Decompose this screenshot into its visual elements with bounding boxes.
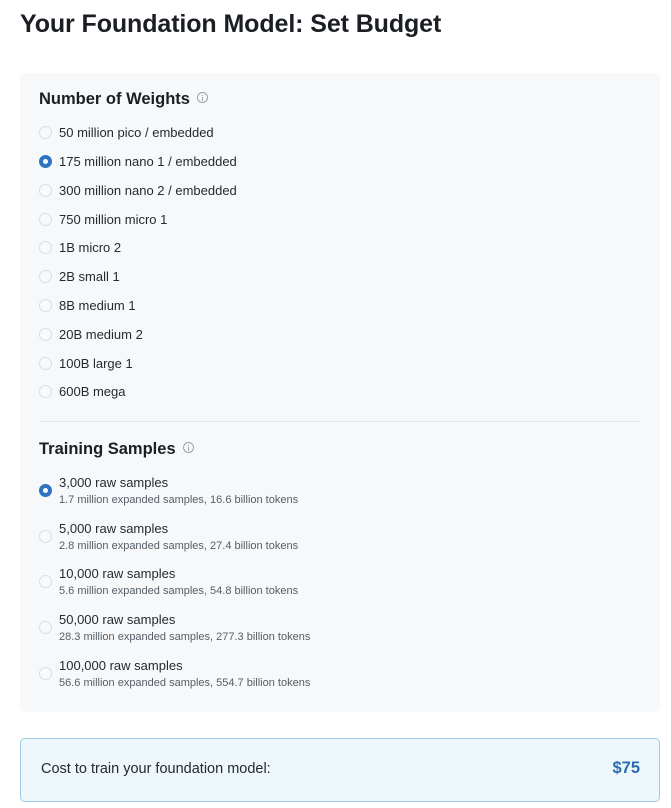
weights-title-label: Number of Weights	[39, 90, 190, 108]
samples-option-detail: 28.3 million expanded samples, 277.3 bil…	[59, 631, 311, 643]
weights-option-8b[interactable]: 8B medium 1	[39, 298, 136, 313]
radio-button-selected[interactable]	[39, 155, 52, 168]
page-title: Your Foundation Model: Set Budget	[20, 10, 442, 38]
radio-button[interactable]	[39, 328, 52, 341]
samples-option-detail: 56.6 million expanded samples, 554.7 bil…	[59, 677, 311, 689]
weights-option-100b[interactable]: 100B large 1	[39, 356, 133, 371]
radio-button[interactable]	[39, 357, 52, 370]
radio-button[interactable]	[39, 184, 52, 197]
samples-option-label: 5,000 raw samples	[59, 521, 169, 536]
samples-option-detail: 1.7 million expanded samples, 16.6 billi…	[59, 494, 299, 506]
weights-option-175m[interactable]: 175 million nano 1 / embedded	[39, 154, 237, 169]
weights-option-label: 50 million pico / embedded	[59, 125, 214, 140]
radio-button[interactable]	[39, 385, 52, 398]
samples-option-label: 50,000 raw samples	[59, 612, 176, 627]
radio-button[interactable]	[39, 621, 52, 634]
radio-button[interactable]	[39, 241, 52, 254]
weights-option-50m[interactable]: 50 million pico / embedded	[39, 125, 214, 140]
samples-title-label: Training Samples	[39, 440, 176, 458]
samples-option-detail: 5.6 million expanded samples, 54.8 billi…	[59, 585, 299, 597]
radio-button[interactable]	[39, 126, 52, 139]
radio-button[interactable]	[39, 667, 52, 680]
budget-panel: Number of Weights 50 million pico / embe…	[20, 73, 660, 712]
weights-option-1b[interactable]: 1B micro 2	[39, 240, 121, 255]
weights-option-label: 750 million micro 1	[59, 212, 168, 227]
weights-option-label: 300 million nano 2 / embedded	[59, 183, 237, 198]
weights-option-20b[interactable]: 20B medium 2	[39, 327, 143, 342]
samples-option-detail: 2.8 million expanded samples, 27.4 billi…	[59, 540, 299, 552]
weights-option-label: 8B medium 1	[59, 298, 136, 313]
info-icon[interactable]	[182, 442, 194, 453]
info-icon[interactable]	[196, 92, 208, 103]
section-divider	[39, 421, 641, 422]
weights-section-title: Number of Weights	[39, 90, 208, 109]
weights-option-label: 175 million nano 1 / embedded	[59, 154, 237, 169]
radio-button[interactable]	[39, 213, 52, 226]
weights-option-750m[interactable]: 750 million micro 1	[39, 212, 167, 227]
radio-button[interactable]	[39, 530, 52, 543]
weights-option-label: 2B small 1	[59, 269, 120, 284]
radio-button[interactable]	[39, 575, 52, 588]
weights-option-label: 1B micro 2	[59, 240, 122, 255]
cost-value: $75	[612, 759, 640, 777]
samples-option-label: 100,000 raw samples	[59, 658, 183, 673]
samples-option-label: 3,000 raw samples	[59, 475, 169, 490]
radio-button[interactable]	[39, 270, 52, 283]
weights-option-300m[interactable]: 300 million nano 2 / embedded	[39, 183, 237, 198]
samples-option-label: 10,000 raw samples	[59, 566, 176, 581]
weights-option-label: 600B mega	[59, 384, 126, 399]
weights-option-label: 20B medium 2	[59, 327, 143, 342]
cost-label: Cost to train your foundation model:	[41, 761, 271, 777]
weights-option-600b[interactable]: 600B mega	[39, 384, 126, 399]
radio-button-selected[interactable]	[39, 484, 52, 497]
samples-section-title: Training Samples	[39, 440, 194, 459]
radio-button[interactable]	[39, 299, 52, 312]
weights-option-2b[interactable]: 2B small 1	[39, 269, 120, 284]
weights-option-label: 100B large 1	[59, 356, 133, 371]
cost-summary-box: Cost to train your foundation model: $75	[20, 738, 660, 802]
